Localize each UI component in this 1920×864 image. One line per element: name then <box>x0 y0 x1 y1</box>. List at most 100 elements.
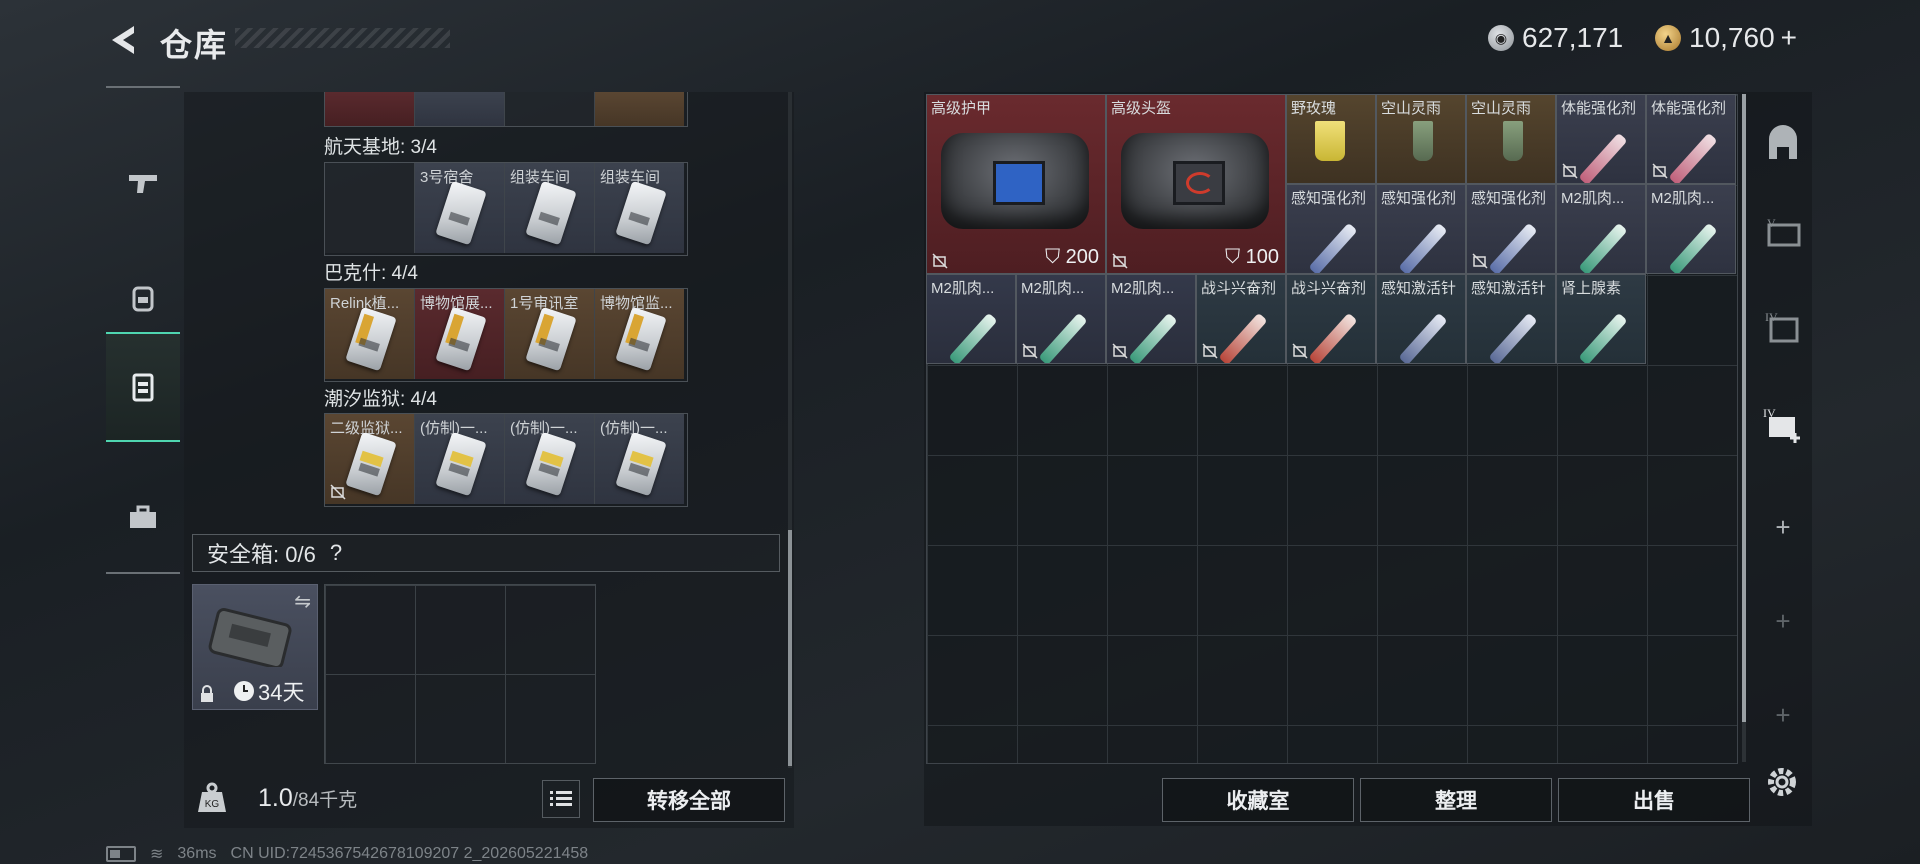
no-trade-icon <box>932 253 948 269</box>
injector-item[interactable]: 感知强化剂 <box>1286 184 1376 274</box>
stash-tab-main[interactable] <box>1760 120 1806 166</box>
drink-item[interactable]: 空山灵雨 <box>1466 94 1556 184</box>
keycard-item[interactable]: 博物馆监... <box>595 289 684 379</box>
svg-text:KG: KG <box>205 799 220 810</box>
injector-item[interactable]: 肾上腺素 <box>1556 274 1646 364</box>
armor-item[interactable]: 高级护甲 ⛉ 200 <box>926 94 1106 274</box>
add-stash-button[interactable]: + <box>1770 606 1796 637</box>
transfer-all-button[interactable]: 转移全部 <box>593 778 785 822</box>
injector-item[interactable]: 体能强化剂 <box>1646 94 1736 184</box>
armor-icon <box>941 133 1089 229</box>
tier-iv-add-icon: IV <box>1763 406 1800 443</box>
sell-button[interactable]: 出售 <box>1558 778 1750 822</box>
durability: ⛉ 200 <box>1045 246 1099 268</box>
safebox-label: 安全箱: 0/6 <box>207 542 316 567</box>
safebox-grid[interactable] <box>324 584 596 764</box>
syringe-icon <box>1128 312 1178 363</box>
syringe-icon <box>1668 132 1718 183</box>
left-scrollbar-thumb[interactable] <box>788 530 792 766</box>
backpack-icon <box>132 286 154 312</box>
injector-item[interactable]: M2肌肉... <box>1016 274 1106 364</box>
nav-storage[interactable] <box>106 332 180 442</box>
settings-gear-icon[interactable] <box>1762 762 1802 802</box>
keycard-item[interactable]: 组装车间 <box>595 163 684 253</box>
injector-item[interactable]: M2肌肉... <box>926 274 1016 364</box>
syringe-icon <box>1578 222 1628 273</box>
no-trade-icon <box>1112 253 1128 269</box>
add-currency-button[interactable]: + <box>1781 22 1797 54</box>
stash-scrollbar-thumb[interactable] <box>1742 94 1746 722</box>
injector-item[interactable]: M2肌肉... <box>1646 184 1736 274</box>
no-trade-icon <box>1022 343 1038 359</box>
currency-silver-value: 627,171 <box>1522 22 1624 53</box>
keycard-item[interactable]: (仿制)一... <box>415 414 505 504</box>
injector-item[interactable]: 体能强化剂 <box>1556 94 1646 184</box>
battery-icon <box>106 846 136 862</box>
injector-item[interactable]: 战斗兴奋剂 <box>1196 274 1286 364</box>
syringe-icon <box>1218 312 1268 363</box>
drink-item[interactable]: 空山灵雨 <box>1376 94 1466 184</box>
drink-icon <box>1413 121 1433 161</box>
item-slot[interactable] <box>505 92 595 126</box>
injector-item[interactable]: M2肌肉... <box>1106 274 1196 364</box>
tier-iv-box-icon: IV <box>1765 310 1799 343</box>
currency-silver: ◉ 627,171 <box>1488 18 1623 58</box>
lock-icon <box>201 685 213 702</box>
keycard-item[interactable]: Relink植... <box>325 289 415 379</box>
keycard-item[interactable]: 3号宿舍 <box>415 163 505 253</box>
injector-item[interactable]: 战斗兴奋剂 <box>1286 274 1376 364</box>
list-icon <box>550 791 572 806</box>
zone-label: 潮汐监狱: 4/4 <box>324 389 437 410</box>
vault-icon <box>1769 125 1797 159</box>
wifi-icon: ≋ <box>150 846 164 863</box>
syringe-icon <box>1488 312 1538 363</box>
keycard-item[interactable]: 博物馆展... <box>415 289 505 379</box>
injector-item[interactable]: M2肌肉... <box>1556 184 1646 274</box>
stash-tab-4a[interactable]: IV <box>1760 304 1806 350</box>
nav-toolbox[interactable] <box>106 463 180 573</box>
clock-icon <box>234 681 254 701</box>
item-slot[interactable] <box>325 163 415 253</box>
injector-item[interactable]: 感知激活针 <box>1376 274 1466 364</box>
durability: ⛉ 100 <box>1225 246 1279 268</box>
ping-readout: 36ms <box>177 845 217 862</box>
keycard-icon <box>615 431 667 497</box>
add-stash-button[interactable]: + <box>1770 700 1796 731</box>
add-stash-button[interactable]: + <box>1770 512 1796 543</box>
injector-item[interactable]: 感知强化剂 <box>1376 184 1466 274</box>
item-slot[interactable] <box>595 92 684 126</box>
item-slot[interactable] <box>415 92 505 126</box>
svg-text:IV: IV <box>1763 406 1776 420</box>
weight-icon: KG <box>198 782 226 812</box>
injector-item[interactable]: 感知激活针 <box>1466 274 1556 364</box>
stash-tab-5[interactable]: V <box>1760 210 1806 256</box>
uid-readout: CN UID:7245367542678109207 2_20260522145… <box>230 845 589 862</box>
drink-item[interactable]: 野玫瑰 <box>1286 94 1376 184</box>
no-trade-icon <box>1562 163 1578 179</box>
collection-room-button[interactable]: 收藏室 <box>1162 778 1354 822</box>
helmet-item[interactable]: 高级头盔 ⛉ 100 <box>1106 94 1286 274</box>
keycard-item[interactable]: (仿制)一... <box>505 414 595 504</box>
syringe-icon <box>1398 312 1448 363</box>
back-button[interactable] <box>104 22 144 58</box>
no-trade-icon <box>1292 343 1308 359</box>
keycard-item[interactable]: 1号审讯室 <box>505 289 595 379</box>
swap-icon[interactable]: ⇋ <box>294 589 311 614</box>
keycard-item[interactable]: (仿制)一... <box>595 414 684 504</box>
injector-item[interactable]: 感知强化剂 <box>1466 184 1556 274</box>
keycard-icon <box>435 180 487 246</box>
tier-v-box-icon: V <box>1767 216 1801 247</box>
back-arrow-icon <box>112 26 134 54</box>
item-slot[interactable] <box>325 92 415 126</box>
syringe-icon <box>948 312 998 363</box>
help-button[interactable]: ? <box>330 540 342 566</box>
page-title: 仓库 <box>160 27 229 63</box>
list-view-button[interactable] <box>542 780 580 818</box>
nav-weapons[interactable] <box>106 128 180 238</box>
keycard-item[interactable]: 二级监狱... <box>325 414 415 504</box>
keycard-icon <box>345 431 397 497</box>
keycard-item[interactable]: 组装车间 <box>505 163 595 253</box>
safebox-item[interactable]: ⇋ 34天 <box>192 584 318 710</box>
stash-tab-4b[interactable]: IV <box>1760 402 1806 448</box>
sort-button[interactable]: 整理 <box>1360 778 1552 822</box>
